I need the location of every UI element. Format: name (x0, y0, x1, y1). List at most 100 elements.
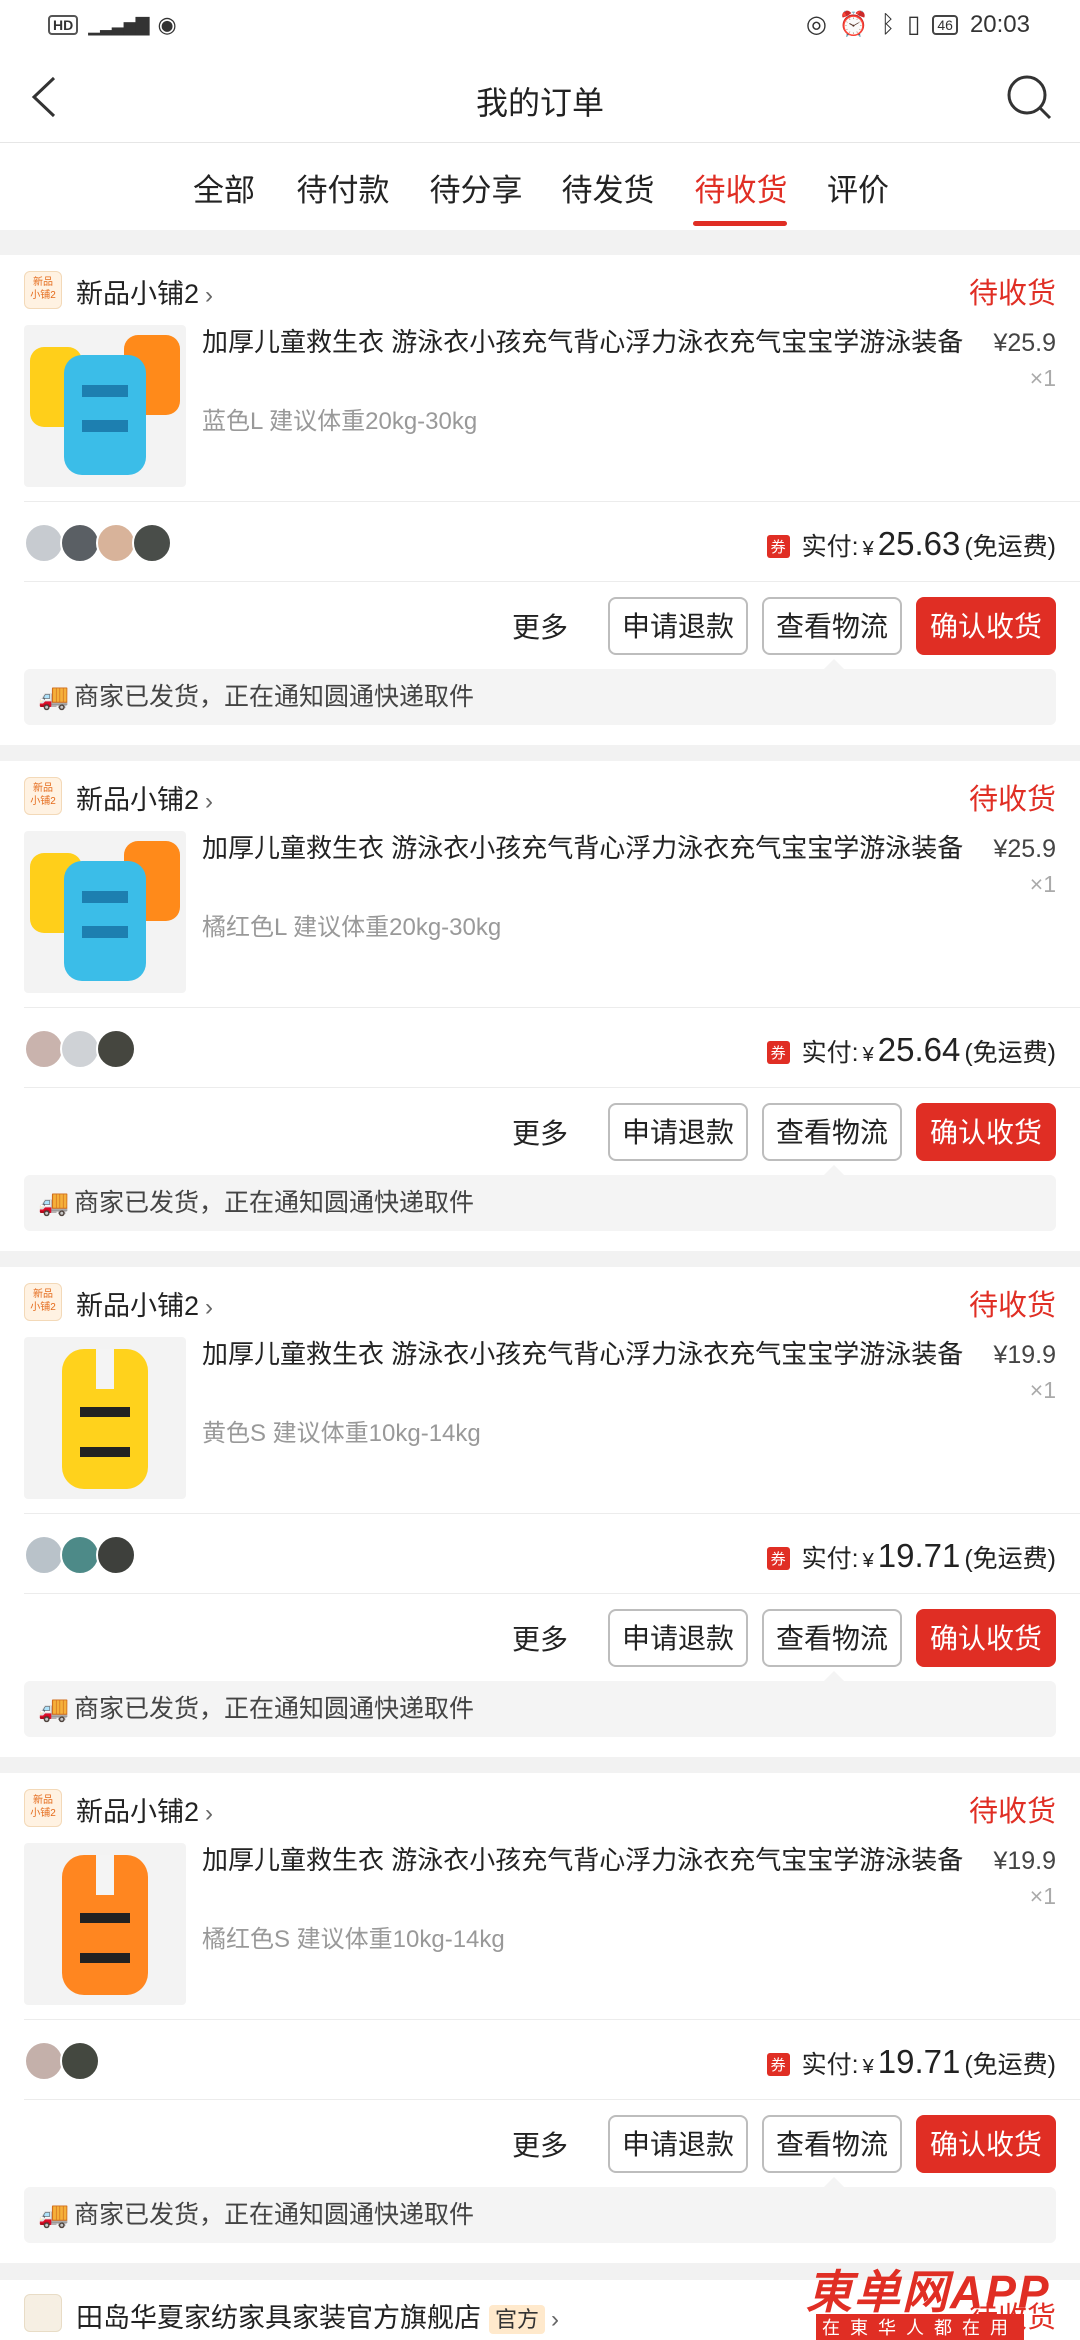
logistics-button[interactable]: 查看物流 (761, 1103, 902, 1161)
life-vest-image (30, 335, 180, 475)
avatar (60, 2041, 100, 2081)
tab-pending-payment[interactable]: 待付款 (295, 165, 391, 210)
signal-icon: ▁▂▃▅▇ (88, 14, 149, 35)
product-quantity: ×1 (1029, 1377, 1056, 1403)
divider (24, 1513, 1080, 1514)
avatar (24, 2041, 64, 2081)
refund-button[interactable]: 申请退款 (607, 1609, 748, 1667)
product-image[interactable] (24, 1843, 186, 2005)
order-card[interactable]: 新品 小铺2 新品小铺2 › 待收货 加厚儿童救生衣 游泳衣小孩充气背心浮力泳衣充气… (0, 761, 1080, 1251)
amount-value: 19.71 (877, 2043, 961, 2080)
currency-symbol: ¥ (862, 1550, 874, 1572)
shop-name[interactable]: 新品小铺2 › (76, 1790, 213, 1829)
truck-icon: 🚚 (38, 683, 70, 711)
refund-button[interactable]: 申请退款 (607, 2115, 748, 2173)
product-spec: 蓝色L 建议体重20kg-30kg (202, 408, 478, 435)
shipping-note: (免运费) (964, 1545, 1056, 1573)
tab-pending-receipt[interactable]: 待收货 (693, 165, 789, 210)
confirm-receipt-button[interactable]: 确认收货 (915, 2115, 1056, 2173)
shipping-notice[interactable]: 🚚 商家已发货，正在通知圆通快递取件 (24, 1671, 1056, 1737)
life-vest-image (62, 1349, 148, 1489)
buyer-avatars (24, 523, 172, 563)
chevron-right-icon: › (205, 282, 214, 309)
product-price: ¥19.9 (993, 1341, 1056, 1369)
shipping-notice[interactable]: 🚚 商家已发货，正在通知圆通快递取件 (24, 659, 1056, 725)
product-spec: 橘红色L 建议体重20kg-30kg (202, 914, 502, 941)
refund-button[interactable]: 申请退款 (607, 597, 748, 655)
product-spec: 黄色S 建议体重10kg-14kg (202, 1420, 481, 1447)
divider (24, 1007, 1080, 1008)
product-price: ¥25.9 (993, 835, 1056, 863)
avatar (96, 1535, 136, 1575)
avatar (96, 523, 136, 563)
divider (24, 581, 1080, 582)
tab-pending-shipment[interactable]: 待发货 (560, 165, 656, 210)
currency-symbol: ¥ (862, 1044, 874, 1066)
divider (24, 2019, 1080, 2020)
order-actions: 更多 申请退款 查看物流 确认收货 (512, 1609, 1056, 1667)
coupon-badge: 券 (766, 535, 790, 558)
chevron-right-icon: › (551, 2306, 560, 2333)
paid-amount: 券 实付: ¥25.63 (免运费) (766, 525, 1056, 563)
product-name[interactable]: 加厚儿童救生衣 游泳衣小孩充气背心浮力泳衣充气宝宝学游泳装备 (202, 1337, 972, 1371)
product-name[interactable]: 加厚儿童救生衣 游泳衣小孩充气背心浮力泳衣充气宝宝学游泳装备 (202, 831, 972, 865)
order-actions: 更多 申请退款 查看物流 确认收货 (512, 597, 1056, 655)
product-quantity: ×1 (1029, 871, 1056, 897)
shop-name[interactable]: 新品小铺2 › (76, 1284, 213, 1323)
more-button[interactable]: 更多 (512, 606, 568, 646)
avatar (24, 1029, 64, 1069)
product-image[interactable] (24, 325, 186, 487)
order-card[interactable]: 新品 小铺2 新品小铺2 › 待收货 加厚儿童救生衣 游泳衣小孩充气背心浮力泳衣充气… (0, 1773, 1080, 2263)
order-card[interactable]: 新品 小铺2 新品小铺2 › 待收货 加厚儿童救生衣 游泳衣小孩充气背心浮力泳衣充气… (0, 1267, 1080, 1757)
product-name[interactable]: 加厚儿童救生衣 游泳衣小孩充气背心浮力泳衣充气宝宝学游泳装备 (202, 325, 972, 359)
app-header: 我的订单 (0, 52, 1080, 144)
shipping-note: (免运费) (964, 2051, 1056, 2079)
search-icon[interactable] (1004, 72, 1054, 122)
notice-pointer (824, 659, 844, 669)
more-button[interactable]: 更多 (512, 2124, 568, 2164)
paid-label: 实付: (801, 2051, 859, 2079)
status-bar: HD ▁▂▃▅▇ ◉ ◎ ⏰ ᛒ ▯ 46 20:03 (0, 0, 1080, 52)
life-vest-image (62, 1855, 148, 1995)
divider (24, 1593, 1080, 1594)
product-image[interactable] (24, 1337, 186, 1499)
chevron-right-icon: › (205, 1800, 214, 1827)
paid-amount: 券 实付: ¥19.71 (免运费) (766, 1537, 1056, 1575)
shop-name[interactable]: 新品小铺2 › (76, 272, 213, 311)
watermark-logo: 東单网APP 在東华人都在用 (806, 2256, 1066, 2340)
logistics-button[interactable]: 查看物流 (761, 597, 902, 655)
tab-all[interactable]: 全部 (192, 165, 256, 210)
logistics-button[interactable]: 查看物流 (761, 1609, 902, 1667)
shop-name[interactable]: 新品小铺2 › (76, 778, 213, 817)
page-title: 我的订单 (475, 85, 604, 121)
shipping-notice[interactable]: 🚚 商家已发货，正在通知圆通快递取件 (24, 1165, 1056, 1231)
tab-review[interactable]: 评价 (826, 165, 890, 210)
logistics-button[interactable]: 查看物流 (761, 2115, 902, 2173)
paid-label: 实付: (801, 533, 859, 561)
more-button[interactable]: 更多 (512, 1618, 568, 1658)
confirm-receipt-button[interactable]: 确认收货 (915, 1103, 1056, 1161)
truck-icon: 🚚 (38, 2201, 70, 2229)
avatar (132, 523, 172, 563)
shop-name[interactable]: 田岛华夏家纺家具家装官方旗舰店 官方 › (76, 2296, 559, 2335)
divider (24, 1087, 1080, 1088)
confirm-receipt-button[interactable]: 确认收货 (915, 1609, 1056, 1667)
tab-pending-share[interactable]: 待分享 (428, 165, 524, 210)
vibrate-icon: ▯ (907, 11, 921, 38)
product-name[interactable]: 加厚儿童救生衣 游泳衣小孩充气背心浮力泳衣充气宝宝学游泳装备 (202, 1843, 972, 1877)
eye-icon: ◎ (805, 11, 827, 38)
more-button[interactable]: 更多 (512, 1112, 568, 1152)
product-price: ¥19.9 (993, 1847, 1056, 1875)
paid-amount: 券 实付: ¥25.64 (免运费) (766, 1031, 1056, 1069)
avatar (60, 523, 100, 563)
status-right: ◎ ⏰ ᛒ ▯ 46 20:03 (806, 10, 1030, 39)
confirm-receipt-button[interactable]: 确认收货 (915, 597, 1056, 655)
refund-button[interactable]: 申请退款 (607, 1103, 748, 1161)
shipping-notice[interactable]: 🚚 商家已发货，正在通知圆通快递取件 (24, 2177, 1056, 2243)
avatar (60, 1029, 100, 1069)
alarm-icon: ⏰ (838, 11, 869, 38)
product-image[interactable] (24, 831, 186, 993)
order-status: 待收货 (968, 1290, 1056, 1322)
order-card[interactable]: 新品 小铺2 新品小铺2 › 待收货 加厚儿童救生衣 游泳衣小孩充气背心浮力泳衣充气… (0, 255, 1080, 745)
buyer-avatars (24, 1029, 136, 1069)
